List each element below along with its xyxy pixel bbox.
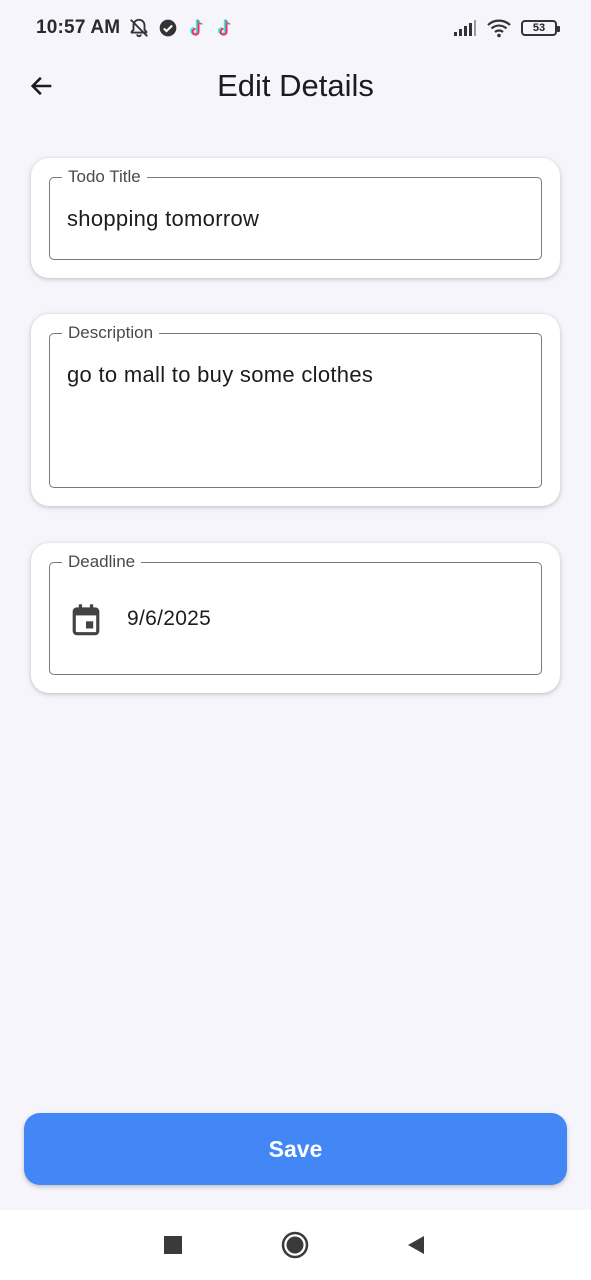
status-right-icons: 53: [453, 18, 560, 38]
deadline-value[interactable]: 9/6/2025: [127, 607, 211, 631]
recents-button[interactable]: [160, 1232, 186, 1258]
recents-square-icon: [164, 1236, 182, 1254]
nav-back-button[interactable]: [403, 1232, 429, 1258]
todo-title-label: Todo Title: [62, 167, 147, 187]
edit-details-screen: 10:57 AM 53 Edit Details Todo Title shop…: [0, 0, 591, 1280]
deadline-label: Deadline: [62, 552, 142, 572]
deadline-field[interactable]: Deadline 9/6/2025: [49, 552, 542, 675]
home-circle-icon: [281, 1231, 309, 1259]
cellular-signal-icon: [454, 20, 476, 36]
save-button-label: Save: [268, 1135, 323, 1162]
deadline-card: Deadline 9/6/2025: [31, 543, 560, 693]
description-card: Description go to mall to buy some cloth…: [31, 314, 560, 506]
wifi-icon: [487, 19, 511, 38]
status-left-icons: [128, 17, 234, 39]
todo-title-card: Todo Title shopping tomorrow: [31, 158, 560, 278]
status-time: 10:57 AM: [36, 17, 121, 38]
calendar-icon[interactable]: [70, 603, 102, 637]
back-triangle-icon: [408, 1236, 424, 1254]
battery-icon: 53: [521, 20, 560, 36]
save-button[interactable]: Save: [24, 1113, 567, 1185]
description-value[interactable]: go to mall to buy some clothes: [67, 362, 373, 388]
verified-check-icon: [159, 19, 177, 37]
notifications-off-icon: [130, 18, 149, 38]
system-nav-bar: [0, 1210, 591, 1280]
tiktok-icon: [190, 19, 203, 36]
page-title: Edit Details: [217, 68, 374, 103]
todo-title-field[interactable]: Todo Title shopping tomorrow: [49, 167, 542, 260]
tiktok-icon: [218, 19, 231, 36]
description-field[interactable]: Description go to mall to buy some cloth…: [49, 323, 542, 488]
battery-level: 53: [532, 22, 546, 34]
home-button[interactable]: [280, 1230, 310, 1260]
app-bar: Edit Details: [0, 56, 591, 116]
status-bar: 10:57 AM 53: [0, 0, 591, 56]
description-label: Description: [62, 323, 160, 343]
todo-title-value[interactable]: shopping tomorrow: [67, 206, 259, 232]
